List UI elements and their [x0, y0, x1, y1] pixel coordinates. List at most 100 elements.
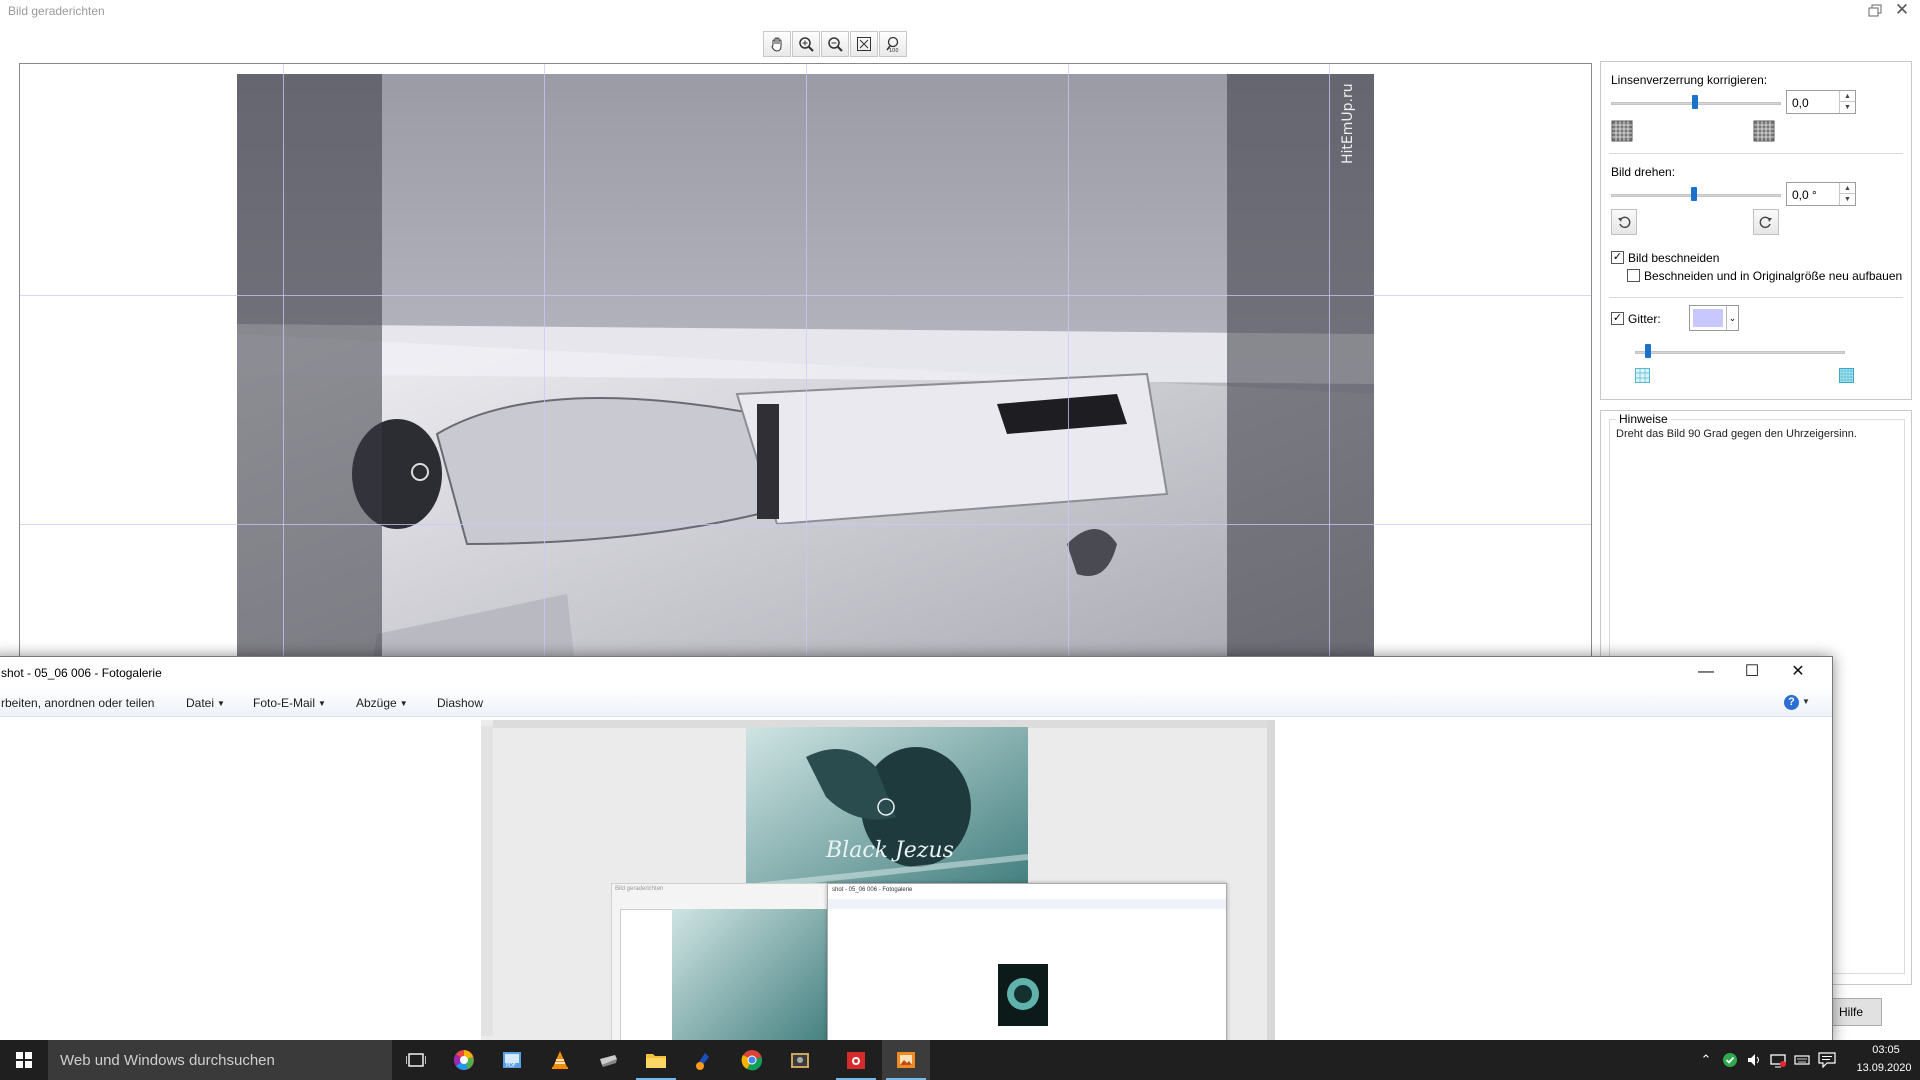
rotate-value: 0,0 °: [1792, 188, 1817, 202]
displayed-screenshot[interactable]: Black Jezus Bild geraderichten shot - 05…: [481, 720, 1275, 1045]
nested-canvas: [620, 909, 680, 1045]
search-placeholder: Web und Windows durchsuchen: [60, 1052, 275, 1069]
crop-label: Bild beschneiden: [1628, 251, 1720, 265]
black-jezus-image: Black Jezus: [746, 727, 1028, 897]
task-view-icon[interactable]: [392, 1040, 440, 1080]
separator: [1609, 153, 1903, 154]
chevron-down-icon: ⌄: [1726, 306, 1738, 330]
grid-color-swatch: [1693, 309, 1723, 327]
grid-slider-thumb[interactable]: [1645, 344, 1651, 358]
nested-menu-bar: [828, 899, 1226, 909]
keyboard-icon[interactable]: [1794, 1052, 1810, 1068]
image-app-icon[interactable]: [776, 1040, 824, 1080]
rotate-right-button[interactable]: [1753, 209, 1779, 235]
caret-down-icon: ▼: [399, 699, 408, 708]
lens-correction-label: Linsenverzerrung korrigieren:: [1611, 73, 1768, 87]
gallery-viewer: Black Jezus Bild geraderichten shot - 05…: [0, 718, 1832, 1047]
svg-text:PDF: PDF: [506, 1063, 516, 1069]
menu-bar: rbeiten, anordnen oder teilen Datei ▼ Fot…: [0, 687, 1832, 717]
taskbar-search-box[interactable]: Web und Windows durchsuchen: [48, 1040, 392, 1080]
grid-fine-icon: [1839, 368, 1854, 383]
clock-date[interactable]: 13.09.2020: [1848, 1062, 1920, 1074]
hand-icon[interactable]: [763, 31, 791, 57]
nested-straighten-window: Bild geraderichten: [611, 883, 832, 1045]
caret-down-icon: ▼: [217, 699, 225, 708]
restore-icon[interactable]: [1866, 2, 1884, 20]
barrel-grid-icon[interactable]: [1611, 120, 1633, 142]
spin-down-icon[interactable]: ▼: [1840, 102, 1855, 113]
nested-window-title: Bild geraderichten: [615, 886, 664, 892]
grid-line: [20, 295, 1591, 296]
menu-file[interactable]: Datei ▼: [186, 696, 225, 710]
network-icon[interactable]: [1770, 1052, 1786, 1068]
zoom-in-icon[interactable]: [792, 31, 820, 57]
windows-logo-icon: [16, 1052, 32, 1068]
minimize-icon[interactable]: —: [1683, 657, 1729, 687]
close-icon[interactable]: ✕: [1775, 657, 1821, 687]
rotate-left-button[interactable]: [1611, 209, 1637, 235]
menu-prints[interactable]: Abzüge ▼: [356, 696, 408, 710]
vlc-icon[interactable]: [536, 1040, 584, 1080]
rebuild-original-checkbox[interactable]: [1627, 269, 1640, 282]
window-title: shot - 05_06 006 - Fotogalerie: [1, 666, 162, 680]
spin-up-icon[interactable]: ▲: [1840, 183, 1855, 194]
taskbar: Web und Windows durchsuchen PDF ⌃ 03:05 …: [0, 1040, 1920, 1080]
spin-up-icon[interactable]: ▲: [1840, 91, 1855, 102]
zoom-out-icon[interactable]: [821, 31, 849, 57]
photo-gallery-taskbar-icon[interactable]: [882, 1040, 930, 1080]
nested-window-title: shot - 05_06 006 - Fotogalerie: [832, 887, 913, 893]
grid-label: Gitter:: [1628, 312, 1661, 326]
menu-edit-arrange-share[interactable]: rbeiten, anordnen oder teilen: [1, 696, 154, 710]
caret-down-icon: ▼: [318, 699, 326, 708]
actual-size-icon[interactable]: 100: [879, 31, 907, 57]
caret-down-icon[interactable]: ▼: [1802, 697, 1810, 706]
grid-color-picker[interactable]: ⌄: [1689, 305, 1739, 331]
zoom-toolbar: 100: [763, 31, 907, 57]
title-bar: shot - 05_06 006 - Fotogalerie — ☐ ✕: [0, 657, 1832, 687]
paint-app-icon[interactable]: [680, 1040, 728, 1080]
rotate-spinner[interactable]: 0,0 ° ▲ ▼: [1786, 182, 1856, 206]
rotate-slider-thumb[interactable]: [1691, 187, 1697, 201]
spin-down-icon[interactable]: ▼: [1840, 194, 1855, 205]
window-title: Bild geraderichten: [8, 4, 105, 18]
shortcut-icon[interactable]: [584, 1040, 632, 1080]
notifications-icon[interactable]: [1818, 1052, 1836, 1069]
rebuild-original-label: Beschneiden und in Originalgröße neu auf…: [1644, 269, 1903, 283]
chevron-up-icon[interactable]: ⌃: [1698, 1052, 1714, 1068]
photo-gallery-window: shot - 05_06 006 - Fotogalerie — ☐ ✕ rbe…: [0, 656, 1833, 1047]
speaker-icon[interactable]: [1746, 1052, 1762, 1068]
maximize-icon[interactable]: ☐: [1729, 657, 1775, 687]
nested-photo: [672, 909, 832, 1045]
rotate-ccw-icon: [1618, 216, 1631, 229]
title-bar: Bild geraderichten ✕: [0, 0, 1920, 22]
close-icon[interactable]: ✕: [1893, 1, 1911, 19]
preview-caption: Black Jezus: [825, 838, 954, 863]
grid-density-slider[interactable]: [1635, 351, 1845, 354]
picasa-icon[interactable]: [440, 1040, 488, 1080]
grid-checkbox[interactable]: ✓: [1611, 312, 1624, 325]
chrome-icon[interactable]: [728, 1040, 776, 1080]
settings-panel: Linsenverzerrung korrigieren: 0,0 ▲ ▼ Bil…: [1600, 61, 1912, 400]
security-status-icon[interactable]: [1722, 1052, 1738, 1068]
camera-app-icon[interactable]: [832, 1040, 880, 1080]
watermark-text: HitEmUp.ru: [1340, 83, 1356, 164]
hints-title: Hinweise: [1616, 412, 1671, 426]
pincushion-grid-icon[interactable]: [1753, 120, 1775, 142]
rotate-cw-icon: [1759, 216, 1772, 229]
svg-text:100: 100: [889, 48, 899, 52]
lens-slider-thumb[interactable]: [1692, 95, 1698, 109]
lens-value: 0,0: [1792, 96, 1809, 110]
nested-thumbnail: [998, 964, 1048, 1026]
windows-start-button[interactable]: [0, 1040, 48, 1080]
photo-viewer-icon[interactable]: PDF: [488, 1040, 536, 1080]
fit-to-window-icon[interactable]: [850, 31, 878, 57]
clock-time[interactable]: 03:05: [1856, 1044, 1916, 1056]
help-icon[interactable]: ?: [1784, 695, 1799, 710]
lens-correction-spinner[interactable]: 0,0 ▲ ▼: [1786, 90, 1856, 114]
crop-checkbox[interactable]: ✓: [1611, 251, 1624, 264]
menu-photo-email[interactable]: Foto-E-Mail ▼: [253, 696, 326, 710]
grid-coarse-icon: [1635, 368, 1650, 383]
hints-text: Dreht das Bild 90 Grad gegen den Uhrzeig…: [1616, 428, 1857, 440]
menu-slideshow[interactable]: Diashow: [437, 696, 483, 710]
file-explorer-icon[interactable]: [632, 1040, 680, 1080]
